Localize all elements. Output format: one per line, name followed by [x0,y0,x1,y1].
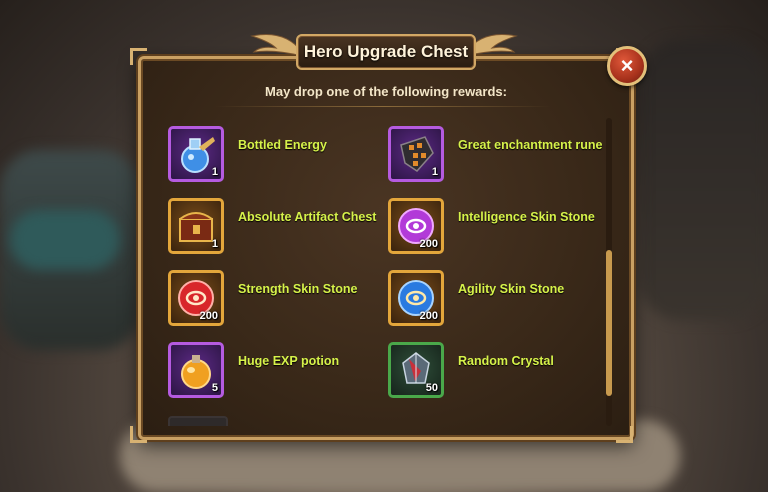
reward-frame: 200 [168,270,224,326]
dialog-subtitle: May drop one of the following rewards: [265,84,507,99]
reward-item-intelligence-skin-stone[interactable]: 200 Intelligence Skin Stone [388,198,608,258]
reward-quantity: 200 [199,310,218,322]
background-tree [640,40,768,320]
reward-frame: 5 [168,342,224,398]
exp-potion-icon [181,355,211,389]
dialog-title: Hero Upgrade Chest [296,34,476,70]
reward-list: 1 Bottled Energy 1 Great enchantment run… [168,126,608,426]
background-cart [10,210,120,270]
bottled-energy-icon [181,137,215,173]
wing-ornament-left-icon [250,34,302,57]
reward-name: Huge EXP potion [238,354,340,368]
reward-quantity: 50 [425,382,438,394]
scrollbar-thumb[interactable] [606,250,612,396]
close-icon: × [620,53,634,78]
reward-frame: 1 [168,198,224,254]
reward-quantity: 1 [431,166,438,178]
reward-name: Agility Skin Stone [458,282,565,296]
reward-item-absolute-artifact-chest[interactable]: 1 Absolute Artifact Chest [168,198,388,258]
reward-name: Great enchantment rune [458,138,603,152]
reward-name: Bottled Energy [238,138,327,152]
reward-item-random-crystal[interactable]: 50 Random Crystal [388,342,608,402]
reward-frame: 200 [388,198,444,254]
reward-item-agility-skin-stone[interactable]: 200 Agility Skin Stone [388,270,608,330]
reward-name: Random Crystal [458,354,554,368]
reward-quantity: 1 [211,238,218,250]
divider [215,106,551,107]
reward-frame: 50 [388,342,444,398]
close-button[interactable]: × [607,46,647,86]
reward-item-strength-skin-stone[interactable]: 200 Strength Skin Stone [168,270,388,330]
enchantment-rune-icon [400,136,434,172]
reward-name: Absolute Artifact Chest [238,210,377,224]
dialog-corner [616,426,633,443]
reward-name: Intelligence Skin Stone [458,210,595,224]
next-reward-frame-partial [168,416,228,426]
reward-item-great-enchantment-rune[interactable]: 1 Great enchantment rune [388,126,608,186]
reward-quantity: 5 [211,382,218,394]
dialog-corner [130,426,147,443]
reward-frame: 200 [388,270,444,326]
reward-name: Strength Skin Stone [238,282,358,296]
reward-frame: 1 [388,126,444,182]
reward-item-bottled-energy[interactable]: 1 Bottled Energy [168,126,388,186]
dialog-corner [130,48,147,65]
reward-frame: 1 [168,126,224,182]
artifact-chest-icon [179,212,213,242]
reward-quantity: 1 [211,166,218,178]
reward-quantity: 200 [419,310,438,322]
reward-item-huge-exp-potion[interactable]: 5 Huge EXP potion [168,342,388,402]
reward-quantity: 200 [419,238,438,250]
